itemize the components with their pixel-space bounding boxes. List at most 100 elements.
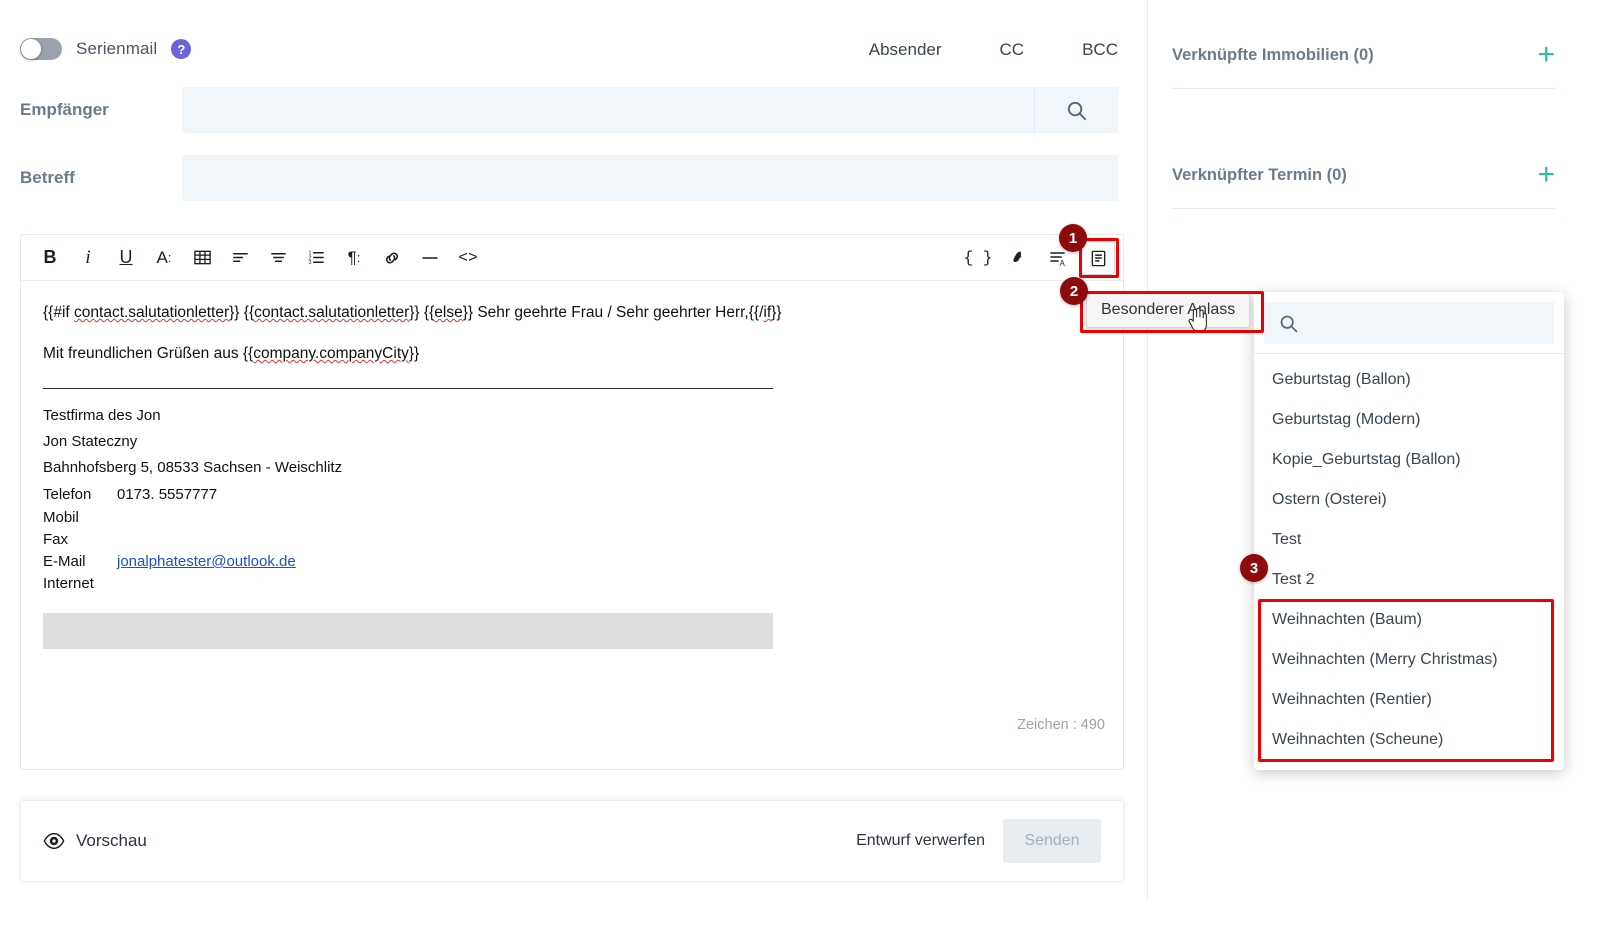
serienmail-toggle[interactable] — [20, 38, 62, 60]
template-text: Mit freundlichen Grüßen aus {{ — [43, 345, 254, 363]
dropdown-item[interactable]: Kopie_Geburtstag (Ballon) — [1254, 440, 1564, 480]
annotation-badge-2: 2 — [1060, 277, 1088, 305]
special-occasion-dropdown: Geburtstag (Ballon) Geburtstag (Modern) Ko… — [1254, 292, 1564, 770]
editor-content[interactable]: {{#if contact.salutationletter}} {{conta… — [21, 281, 1123, 743]
recipient-search-button[interactable] — [1034, 87, 1118, 133]
eye-icon — [43, 832, 65, 850]
recipient-input-wrap — [182, 87, 1118, 133]
linked-properties-section: Verknüpfte Immobilien (0) + — [1172, 40, 1555, 89]
underline-icon[interactable]: U — [109, 241, 143, 275]
recipient-input[interactable] — [182, 87, 1034, 133]
tab-cc[interactable]: CC — [1000, 40, 1025, 60]
dropdown-search-box[interactable] — [1264, 302, 1554, 344]
dropdown-item[interactable]: Ostern (Osterei) — [1254, 480, 1564, 520]
signature-contact-row: Fax — [43, 529, 1101, 551]
svg-text:A: A — [1060, 259, 1066, 268]
signature-image-placeholder — [43, 613, 773, 650]
signature-contact-rows: Telefon 0173. 5557777 Mobil Fax E-Mail jonalp… — [43, 484, 1101, 595]
discard-draft-button[interactable]: Entwurf verwerfen — [856, 832, 985, 850]
linked-properties-header: Verknüpfte Immobilien (0) + — [1172, 40, 1555, 88]
dropdown-item[interactable]: Geburtstag (Ballon) — [1254, 360, 1564, 400]
signature-contact-row: E-Mail jonalphatester@outlook.de — [43, 551, 1101, 573]
stamp-glyph — [1012, 250, 1022, 262]
signature-contact-key: Telefon — [43, 486, 92, 504]
font-style-icon[interactable]: A: — [147, 241, 181, 275]
search-icon — [1067, 101, 1087, 120]
section-divider — [1172, 88, 1555, 89]
recipient-row: Empfänger — [0, 86, 1148, 134]
toolbar-right-group: { } A — [961, 235, 1115, 281]
dropdown-item[interactable]: Weihnachten (Merry Christmas) — [1254, 640, 1564, 680]
tab-absender[interactable]: Absender — [869, 40, 942, 60]
horizontal-rule-icon[interactable] — [413, 241, 447, 275]
linked-properties-title: Verknüpfte Immobilien (0) — [1172, 45, 1374, 64]
template-text: }} Sehr geehrte Frau / Sehr geehrter Her… — [462, 304, 764, 321]
subject-input[interactable] — [182, 155, 1118, 201]
help-icon[interactable]: ? — [171, 39, 192, 59]
signature-email-link[interactable]: jonalphatester@outlook.de — [117, 551, 296, 573]
dropdown-item[interactable]: Weihnachten (Rentier) — [1254, 680, 1564, 720]
template-line-salutation: {{#if contact.salutationletter}} {{conta… — [43, 301, 1101, 325]
table-glyph — [193, 250, 211, 265]
dropdown-item[interactable]: Test 2 — [1254, 560, 1564, 600]
signature-contact-key: Fax — [43, 530, 69, 548]
editor-toolbar: B i U A: 1 2 3 ¶: <> {} A — [21, 235, 1123, 281]
signature-contact-key: Internet — [43, 575, 94, 593]
tab-bcc[interactable]: BCC — [1082, 40, 1118, 60]
preview-button[interactable]: Vorschau — [43, 831, 147, 851]
preview-label: Vorschau — [76, 831, 147, 850]
source-code-icon[interactable]: <> — [451, 241, 485, 275]
annotation-badge-3: 3 — [1240, 554, 1268, 582]
composer-footer: Vorschau Entwurf verwerfen Senden — [20, 800, 1124, 882]
signature-contact-row: Telefon 0173. 5557777 — [43, 484, 1101, 506]
template-line-closing: Mit freundlichen Grüßen aus {{company.co… — [43, 342, 1101, 366]
add-appointment-icon[interactable]: + — [1537, 160, 1555, 190]
ordered-list-glyph: 1 2 3 — [308, 251, 324, 266]
align-center-icon[interactable] — [261, 241, 295, 275]
paragraph-icon[interactable]: ¶: — [337, 241, 371, 275]
linked-appointment-header: Verknüpfter Termin (0) + — [1172, 160, 1555, 208]
character-count: Zeichen : 490 — [1017, 717, 1105, 733]
align-left-icon[interactable] — [223, 241, 257, 275]
signature-address: Bahnhofsberg 5, 08533 Sachsen - Weischli… — [43, 458, 343, 476]
text-a-glyph: A — [1050, 252, 1066, 268]
address-tabs: Absender CC BCC — [869, 40, 1118, 60]
special-occasion-tooltip: Besonderer Anlass — [1086, 292, 1251, 328]
special-occasion-template-icon[interactable] — [1081, 241, 1115, 275]
recipient-label: Empfänger — [20, 100, 109, 119]
composer-header: Serienmail ? Absender CC BCC — [0, 28, 1148, 76]
template-text: }} — [771, 304, 782, 321]
add-property-icon[interactable]: + — [1537, 40, 1555, 70]
signature-company: Testfirma des Jon — [43, 407, 161, 425]
italic-icon[interactable]: i — [71, 241, 105, 275]
dropdown-item[interactable]: Weihnachten (Scheune) — [1254, 720, 1564, 760]
ordered-list-icon[interactable]: 1 2 3 — [299, 241, 333, 275]
subject-row: Betreff — [0, 154, 1148, 202]
email-composer-screen: Serienmail ? Absender CC BCC Empfänger B… — [0, 0, 1615, 941]
placeholder-braces-icon[interactable]: { } — [961, 241, 995, 275]
link-glyph — [386, 252, 398, 263]
signature-divider — [43, 388, 773, 390]
serienmail-label: Serienmail — [76, 39, 158, 58]
signature-stamp-icon[interactable] — [1001, 241, 1035, 275]
svg-text:3: 3 — [308, 260, 311, 266]
toggle-knob — [21, 39, 41, 59]
dropdown-item[interactable]: Test — [1254, 520, 1564, 560]
bold-icon[interactable]: B — [33, 241, 67, 275]
table-icon[interactable] — [185, 241, 219, 275]
main-column: Serienmail ? Absender CC BCC Empfänger B… — [0, 0, 1148, 941]
template-variable: else — [434, 304, 463, 321]
link-icon[interactable] — [375, 241, 409, 275]
template-variable: contact.salutationletter — [74, 304, 230, 321]
signature-contact-row: Mobil — [43, 507, 1101, 529]
dropdown-search-input[interactable] — [1311, 314, 1540, 332]
send-button[interactable]: Senden — [1003, 819, 1101, 863]
dropdown-item[interactable]: Weihnachten (Baum) — [1254, 600, 1564, 640]
dropdown-search-wrap — [1254, 292, 1564, 353]
linked-appointment-section: Verknüpfter Termin (0) + — [1172, 160, 1555, 209]
signature-contact-row: Internet — [43, 573, 1101, 595]
template-variable: if — [763, 304, 772, 321]
dropdown-item[interactable]: Geburtstag (Modern) — [1254, 400, 1564, 440]
template-text: }} — [408, 345, 420, 363]
signature-contact-key: Mobil — [43, 508, 79, 526]
